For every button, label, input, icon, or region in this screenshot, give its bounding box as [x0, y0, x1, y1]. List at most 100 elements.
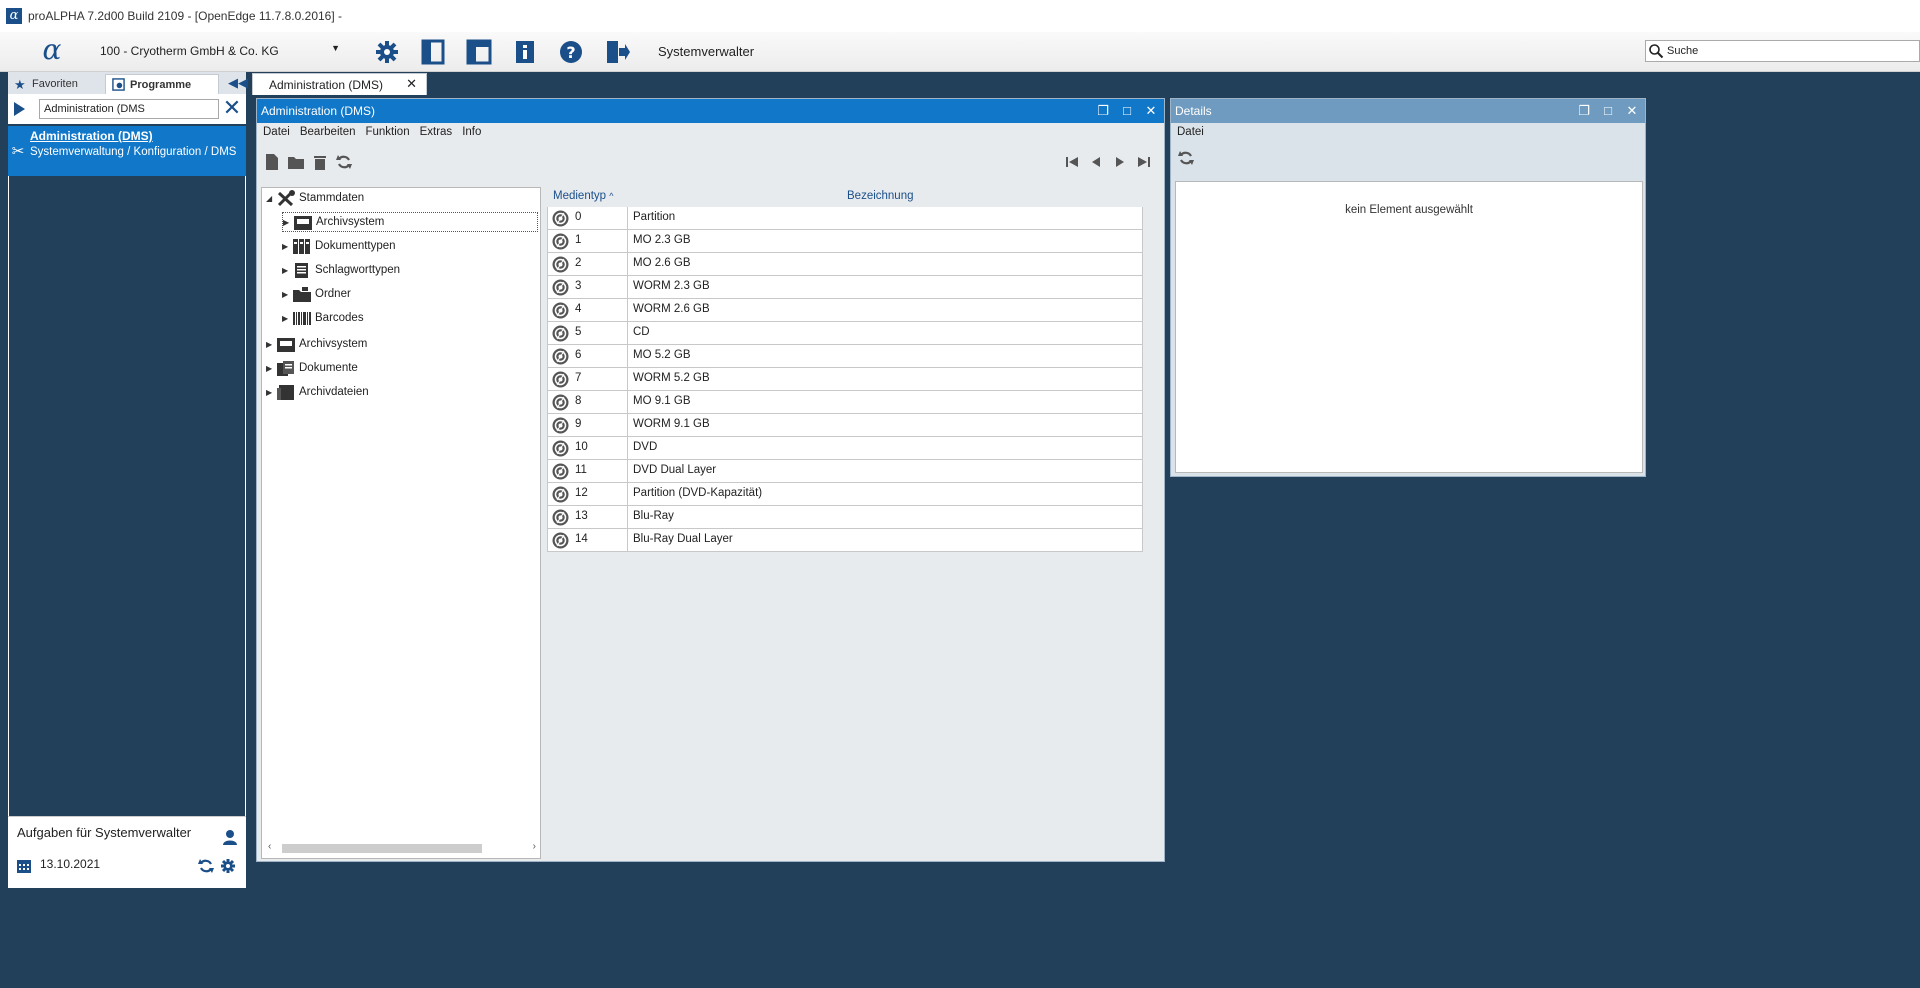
tree-node-archivsystem-sub[interactable]: ▶ Archivsystem: [282, 212, 538, 232]
window-header: Details ❐ □ ✕: [1171, 99, 1645, 123]
close-icon[interactable]: ✕: [1623, 102, 1641, 120]
disc-icon: [552, 256, 569, 273]
maximize-icon[interactable]: □: [1118, 102, 1136, 120]
first-record-icon[interactable]: [1063, 153, 1081, 171]
table-row[interactable]: 6 MO 5.2 GB: [547, 345, 1143, 368]
refresh-icon[interactable]: [198, 858, 214, 874]
gear-icon[interactable]: [374, 39, 400, 65]
document-tabs: Administration (DMS) ✕: [252, 72, 1920, 95]
table-row[interactable]: 0 Partition: [547, 207, 1143, 230]
close-tab-icon[interactable]: ✕: [406, 76, 417, 92]
scroll-left-icon[interactable]: ‹: [268, 841, 271, 852]
table-row[interactable]: 3 WORM 2.3 GB: [547, 276, 1143, 299]
sort-indicator-icon: ^: [609, 191, 614, 201]
last-record-icon[interactable]: [1135, 153, 1153, 171]
tree-node-barcodes[interactable]: ▶ Barcodes: [282, 308, 364, 328]
tree-node-dokumenttypen[interactable]: ▶ Dokumenttypen: [282, 236, 396, 256]
layout-icon[interactable]: [466, 39, 492, 65]
run-icon[interactable]: [14, 102, 25, 116]
tree-node-archivsystem[interactable]: ▶ Archivsystem: [266, 334, 367, 354]
search-input[interactable]: Suche: [1645, 40, 1920, 62]
expand-arrow-icon[interactable]: ▶: [282, 242, 292, 251]
collapse-arrow-icon[interactable]: ◢: [266, 194, 276, 203]
restore-icon[interactable]: ❐: [1094, 102, 1112, 120]
restore-icon[interactable]: ❐: [1575, 102, 1593, 120]
column-divider: [627, 437, 628, 459]
user-role: Systemverwalter: [658, 44, 755, 59]
company-select[interactable]: 100 - Cryotherm GmbH & Co. KG ▼: [100, 40, 340, 62]
window-title: Details: [1175, 104, 1212, 118]
menu-funktion[interactable]: Funktion: [365, 126, 409, 138]
column-divider: [627, 253, 628, 275]
tree-node-stammdaten[interactable]: ◢ Stammdaten: [266, 188, 364, 208]
scrollbar-thumb[interactable]: [282, 844, 482, 853]
search-icon: [1649, 44, 1664, 59]
search-result-item[interactable]: ✂ Administration (DMS) Systemverwaltung …: [8, 126, 246, 176]
bezeichnung-cell: MO 2.3 GB: [633, 234, 691, 246]
table-row[interactable]: 5 CD: [547, 322, 1143, 345]
menu-info[interactable]: Info: [462, 126, 481, 138]
expand-arrow-icon[interactable]: ▶: [282, 266, 292, 275]
menu-datei[interactable]: Datei: [263, 126, 290, 138]
clear-search-icon[interactable]: ✕: [222, 97, 242, 119]
settings-icon[interactable]: [220, 858, 236, 874]
expand-arrow-icon[interactable]: ▶: [282, 290, 292, 299]
tree-label: Stammdaten: [299, 192, 365, 204]
table-row[interactable]: 4 WORM 2.6 GB: [547, 299, 1143, 322]
table-row[interactable]: 1 MO 2.3 GB: [547, 230, 1143, 253]
column-header-medientyp[interactable]: Medientyp ^: [553, 190, 614, 202]
expand-arrow-icon[interactable]: ▶: [282, 314, 292, 323]
maximize-icon[interactable]: □: [1599, 102, 1617, 120]
menu-extras[interactable]: Extras: [420, 126, 453, 138]
next-record-icon[interactable]: [1111, 153, 1129, 171]
refresh-icon[interactable]: [1177, 149, 1195, 167]
collapse-panel-icon[interactable]: ◀◀: [228, 75, 248, 91]
open-folder-icon[interactable]: [287, 153, 305, 171]
column-divider: [627, 322, 628, 344]
star-icon: ★: [14, 76, 26, 92]
column-divider: [627, 368, 628, 390]
tree-node-dokumente[interactable]: ▶ Dokumente: [266, 358, 358, 378]
expand-arrow-icon[interactable]: ▶: [266, 364, 276, 373]
scroll-right-icon[interactable]: ›: [533, 841, 536, 852]
new-document-icon[interactable]: [263, 153, 281, 171]
horizontal-scrollbar[interactable]: ‹ ›: [268, 841, 536, 854]
documents-icon: [277, 360, 294, 376]
tab-administration-dms[interactable]: Administration (DMS) ✕: [252, 73, 427, 95]
delete-icon[interactable]: [311, 153, 329, 171]
close-icon[interactable]: ✕: [1142, 102, 1160, 120]
table-row[interactable]: 7 WORM 5.2 GB: [547, 368, 1143, 391]
menu-bearbeiten[interactable]: Bearbeiten: [300, 126, 356, 138]
panel-icon[interactable]: [420, 39, 446, 65]
tab-programme[interactable]: Programme: [105, 74, 219, 94]
table-row[interactable]: 13 Blu-Ray: [547, 506, 1143, 529]
refresh-icon[interactable]: [335, 153, 353, 171]
table-row[interactable]: 2 MO 2.6 GB: [547, 253, 1143, 276]
table-row[interactable]: 12 Partition (DVD-Kapazität): [547, 483, 1143, 506]
menu-datei[interactable]: Datei: [1177, 126, 1204, 138]
bezeichnung-cell: DVD: [633, 441, 658, 453]
table-row[interactable]: 8 MO 9.1 GB: [547, 391, 1143, 414]
column-divider: [627, 230, 628, 252]
tree-node-ordner[interactable]: ▶ Ordner: [282, 284, 351, 304]
info-icon[interactable]: [512, 39, 538, 65]
user-icon[interactable]: [222, 829, 238, 845]
table-row[interactable]: 14 Blu-Ray Dual Layer: [547, 529, 1143, 552]
column-divider: [627, 483, 628, 505]
proalpha-logo[interactable]: α: [38, 36, 66, 65]
help-icon[interactable]: ?: [558, 39, 584, 65]
table-row[interactable]: 9 WORM 9.1 GB: [547, 414, 1143, 437]
tab-favoriten[interactable]: ★ Favoriten: [8, 74, 103, 94]
expand-arrow-icon[interactable]: ▶: [283, 218, 293, 227]
tree-node-archivdateien[interactable]: ▶ Archivdateien: [266, 382, 369, 402]
exit-icon[interactable]: [604, 39, 630, 65]
column-header-bezeichnung[interactable]: Bezeichnung: [847, 190, 914, 202]
previous-record-icon[interactable]: [1087, 153, 1105, 171]
program-search-input[interactable]: Administration (DMS: [39, 99, 219, 119]
tree-node-schlagworttypen[interactable]: ▶ Schlagworttypen: [282, 260, 400, 280]
table-row[interactable]: 11 DVD Dual Layer: [547, 460, 1143, 483]
table-row[interactable]: 10 DVD: [547, 437, 1143, 460]
barcode-icon: [293, 311, 311, 325]
expand-arrow-icon[interactable]: ▶: [266, 340, 276, 349]
expand-arrow-icon[interactable]: ▶: [266, 388, 276, 397]
